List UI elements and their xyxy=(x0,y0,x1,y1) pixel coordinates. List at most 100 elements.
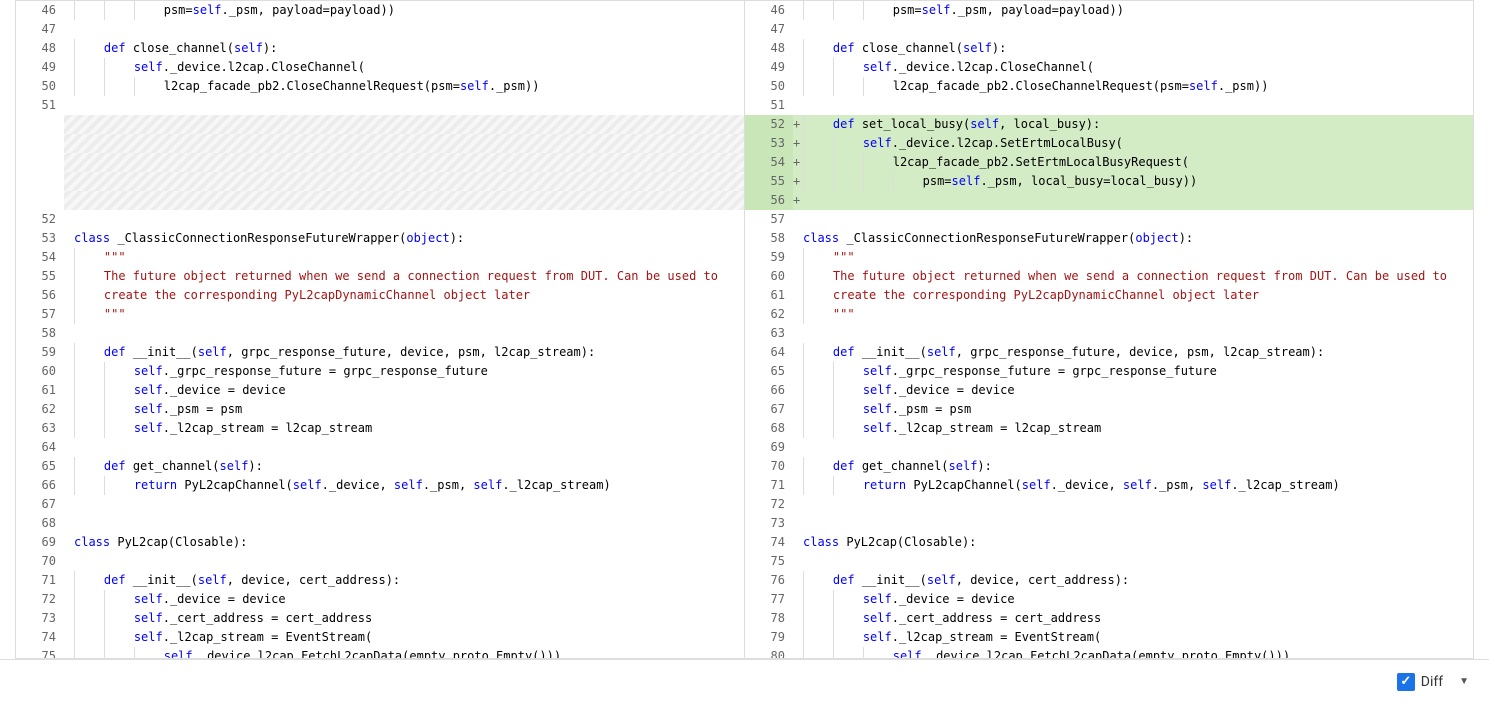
diff-marker xyxy=(64,343,74,362)
line-content: def get_channel(self): xyxy=(74,457,744,476)
code-line[interactable]: 48 def close_channel(self): xyxy=(16,39,744,58)
code-line[interactable]: 64 xyxy=(16,438,744,457)
code-line[interactable]: 66 self._device = device xyxy=(745,381,1473,400)
diff-left-pane[interactable]: 46 psm=self._psm, payload=payload))4748 … xyxy=(16,1,745,658)
code-line[interactable]: 55+ psm=self._psm, local_busy=local_busy… xyxy=(745,172,1473,191)
code-line[interactable]: 69class PyL2cap(Closable): xyxy=(16,533,744,552)
code-line[interactable]: 58class _ClassicConnectionResponseFuture… xyxy=(745,229,1473,248)
code-line[interactable]: 73 xyxy=(745,514,1473,533)
code-line[interactable]: 69 xyxy=(745,438,1473,457)
code-line[interactable]: 77 self._device = device xyxy=(745,590,1473,609)
code-line[interactable]: 49 self._device.l2cap.CloseChannel( xyxy=(745,58,1473,77)
code-line[interactable]: 67 self._psm = psm xyxy=(745,400,1473,419)
code-line[interactable]: 56+ xyxy=(745,191,1473,210)
code-line[interactable]: 60 self._grpc_response_future = grpc_res… xyxy=(16,362,744,381)
code-line[interactable]: 75 self._device.l2cap.FetchL2capData(emp… xyxy=(16,647,744,658)
diff-marker xyxy=(793,343,803,362)
code-line[interactable]: 53+ self._device.l2cap.SetErtmLocalBusy( xyxy=(745,134,1473,153)
code-line[interactable]: 51 xyxy=(16,96,744,115)
code-line[interactable]: 68 self._l2cap_stream = l2cap_stream xyxy=(745,419,1473,438)
code-line[interactable]: 78 self._cert_address = cert_address xyxy=(745,609,1473,628)
diff-marker xyxy=(64,457,74,476)
code-line[interactable]: 80 self._device.l2cap.FetchL2capData(emp… xyxy=(745,647,1473,658)
code-line[interactable]: 56 create the corresponding PyL2capDynam… xyxy=(16,286,744,305)
code-line[interactable]: 72 xyxy=(745,495,1473,514)
chevron-down-icon[interactable]: ▼ xyxy=(1459,676,1469,687)
diff-marker xyxy=(793,609,803,628)
code-line[interactable]: 54 """ xyxy=(16,248,744,267)
code-line[interactable]: 61 create the corresponding PyL2capDynam… xyxy=(745,286,1473,305)
diff-marker xyxy=(793,58,803,77)
code-line[interactable]: 70 def get_channel(self): xyxy=(745,457,1473,476)
code-line[interactable] xyxy=(16,191,744,210)
code-line[interactable]: 58 xyxy=(16,324,744,343)
code-line[interactable]: 72 self._device = device xyxy=(16,590,744,609)
line-content: self._device.l2cap.CloseChannel( xyxy=(803,58,1473,77)
code-line[interactable]: 70 xyxy=(16,552,744,571)
code-line[interactable]: 55 The future object returned when we se… xyxy=(16,267,744,286)
code-line[interactable]: 50 l2cap_facade_pb2.CloseChannelRequest(… xyxy=(745,77,1473,96)
code-line[interactable]: 73 self._cert_address = cert_address xyxy=(16,609,744,628)
diff-marker xyxy=(64,20,74,39)
code-line[interactable]: 65 self._grpc_response_future = grpc_res… xyxy=(745,362,1473,381)
code-line[interactable]: 48 def close_channel(self): xyxy=(745,39,1473,58)
diff-marker xyxy=(64,362,74,381)
code-line[interactable]: 71 def __init__(self, device, cert_addre… xyxy=(16,571,744,590)
line-content: def get_channel(self): xyxy=(803,457,1473,476)
code-line[interactable]: 76 def __init__(self, device, cert_addre… xyxy=(745,571,1473,590)
code-line[interactable]: 59 """ xyxy=(745,248,1473,267)
code-line[interactable]: 62 """ xyxy=(745,305,1473,324)
code-line[interactable]: 52+ def set_local_busy(self, local_busy)… xyxy=(745,115,1473,134)
diff-right-pane[interactable]: 46 psm=self._psm, payload=payload))4748 … xyxy=(745,1,1473,658)
code-line[interactable] xyxy=(16,153,744,172)
code-line[interactable]: 51 xyxy=(745,96,1473,115)
code-line[interactable]: 65 def get_channel(self): xyxy=(16,457,744,476)
diff-toggle[interactable]: ✓ Diff ▼ xyxy=(1397,673,1469,691)
code-line[interactable]: 47 xyxy=(16,20,744,39)
line-number: 47 xyxy=(745,20,793,39)
code-line[interactable]: 53class _ClassicConnectionResponseFuture… xyxy=(16,229,744,248)
line-content xyxy=(74,96,744,115)
code-line[interactable]: 62 self._psm = psm xyxy=(16,400,744,419)
code-line[interactable]: 46 psm=self._psm, payload=payload)) xyxy=(745,1,1473,20)
code-line[interactable]: 46 psm=self._psm, payload=payload)) xyxy=(16,1,744,20)
line-number: 46 xyxy=(16,1,64,20)
line-content: self._device.l2cap.FetchL2capData(empty_… xyxy=(803,647,1473,658)
code-line[interactable]: 52 xyxy=(16,210,744,229)
code-line[interactable]: 57 xyxy=(745,210,1473,229)
line-content xyxy=(74,495,744,514)
code-line[interactable]: 61 self._device = device xyxy=(16,381,744,400)
code-line[interactable]: 74 self._l2cap_stream = EventStream( xyxy=(16,628,744,647)
code-line[interactable]: 63 xyxy=(745,324,1473,343)
code-line[interactable]: 74class PyL2cap(Closable): xyxy=(745,533,1473,552)
code-line[interactable]: 47 xyxy=(745,20,1473,39)
diff-marker: + xyxy=(793,191,803,210)
code-line[interactable]: 67 xyxy=(16,495,744,514)
code-line[interactable]: 57 """ xyxy=(16,305,744,324)
code-line[interactable]: 64 def __init__(self, grpc_response_futu… xyxy=(745,343,1473,362)
code-line[interactable]: 49 self._device.l2cap.CloseChannel( xyxy=(16,58,744,77)
diff-marker xyxy=(64,96,74,115)
line-content: class PyL2cap(Closable): xyxy=(803,533,1473,552)
line-content: """ xyxy=(74,305,744,324)
diff-container: 46 psm=self._psm, payload=payload))4748 … xyxy=(15,0,1474,659)
code-line[interactable]: 63 self._l2cap_stream = l2cap_stream xyxy=(16,419,744,438)
code-line[interactable]: 54+ l2cap_facade_pb2.SetErtmLocalBusyReq… xyxy=(745,153,1473,172)
code-line[interactable]: 60 The future object returned when we se… xyxy=(745,267,1473,286)
checkbox-icon[interactable]: ✓ xyxy=(1397,673,1415,691)
code-line[interactable]: 71 return PyL2capChannel(self._device, s… xyxy=(745,476,1473,495)
code-line[interactable]: 68 xyxy=(16,514,744,533)
line-number: 58 xyxy=(745,229,793,248)
diff-marker xyxy=(64,647,74,658)
code-line[interactable] xyxy=(16,115,744,134)
code-line[interactable] xyxy=(16,172,744,191)
line-number: 70 xyxy=(745,457,793,476)
code-line[interactable]: 79 self._l2cap_stream = EventStream( xyxy=(745,628,1473,647)
code-line[interactable]: 50 l2cap_facade_pb2.CloseChannelRequest(… xyxy=(16,77,744,96)
line-number: 52 xyxy=(745,115,793,134)
code-line[interactable] xyxy=(16,134,744,153)
diff-marker xyxy=(793,552,803,571)
code-line[interactable]: 75 xyxy=(745,552,1473,571)
code-line[interactable]: 66 return PyL2capChannel(self._device, s… xyxy=(16,476,744,495)
code-line[interactable]: 59 def __init__(self, grpc_response_futu… xyxy=(16,343,744,362)
